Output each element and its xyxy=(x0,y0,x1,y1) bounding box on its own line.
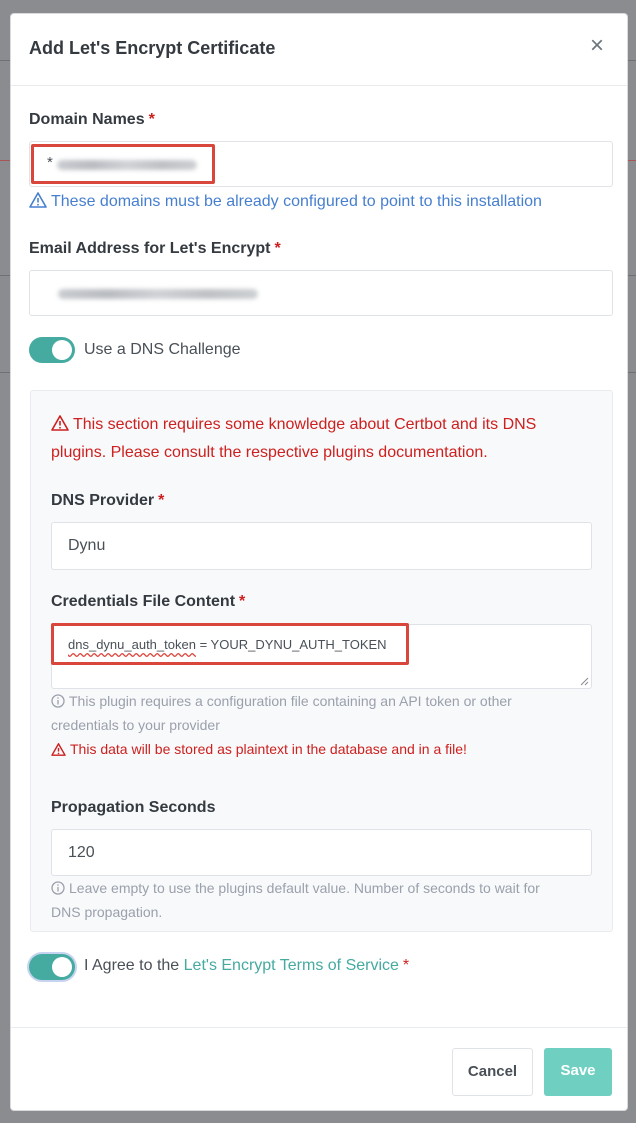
terms-of-service-link[interactable]: Let's Encrypt Terms of Service xyxy=(184,957,399,974)
warning-icon xyxy=(29,192,47,208)
toggle-knob xyxy=(52,957,72,977)
required-mark: * xyxy=(239,593,246,610)
dns-challenge-section: This section requires some knowledge abo… xyxy=(30,390,613,932)
cancel-button[interactable]: Cancel xyxy=(452,1048,533,1096)
toggle-knob xyxy=(52,340,72,360)
resize-handle-icon[interactable] xyxy=(579,676,589,686)
credentials-label: Credentials File Content * xyxy=(51,593,246,610)
propagation-value: 120 xyxy=(68,844,95,861)
dns-challenge-toggle[interactable] xyxy=(29,337,75,363)
modal-title: Add Let's Encrypt Certificate xyxy=(29,38,276,58)
info-icon xyxy=(51,694,65,708)
propagation-help: Leave empty to use the plugins default v… xyxy=(51,880,540,920)
domain-hint: These domains must be already configured… xyxy=(29,192,542,211)
domain-names-label: Domain Names * xyxy=(29,111,155,128)
required-mark: * xyxy=(402,957,410,974)
email-label: Email Address for Let's Encrypt * xyxy=(29,240,281,257)
warning-icon xyxy=(51,415,69,431)
dns-provider-select[interactable]: Dynu xyxy=(51,522,592,570)
close-button[interactable]: × xyxy=(587,34,607,58)
plaintext-warning: This data will be stored as plaintext in… xyxy=(51,741,467,757)
add-certificate-modal: Add Let's Encrypt Certificate × Domain N… xyxy=(10,13,628,1111)
required-mark: * xyxy=(148,111,155,128)
modal-header: Add Let's Encrypt Certificate × xyxy=(11,14,627,86)
required-mark: * xyxy=(274,240,281,257)
modal-footer-divider xyxy=(11,1027,627,1028)
propagation-label: Propagation Seconds xyxy=(51,799,216,816)
credentials-help: This plugin requires a configuration fil… xyxy=(51,693,512,733)
highlight-box xyxy=(31,144,215,184)
save-button[interactable]: Save xyxy=(544,1048,612,1096)
redacted-email xyxy=(58,289,258,299)
dns-provider-label: DNS Provider * xyxy=(51,492,165,509)
propagation-seconds-input[interactable]: 120 xyxy=(51,829,592,876)
required-mark: * xyxy=(158,492,165,509)
dns-challenge-label: Use a DNS Challenge xyxy=(84,341,241,358)
dns-provider-value: Dynu xyxy=(68,537,106,554)
agree-terms-label: I Agree to the Let's Encrypt Terms of Se… xyxy=(84,957,410,974)
agree-terms-toggle[interactable] xyxy=(29,954,75,980)
dns-warning: This section requires some knowledge abo… xyxy=(51,415,537,461)
email-input[interactable] xyxy=(29,270,613,316)
warning-icon xyxy=(51,743,66,756)
info-icon xyxy=(51,881,65,895)
highlight-box xyxy=(51,623,409,665)
close-icon: × xyxy=(589,32,604,59)
